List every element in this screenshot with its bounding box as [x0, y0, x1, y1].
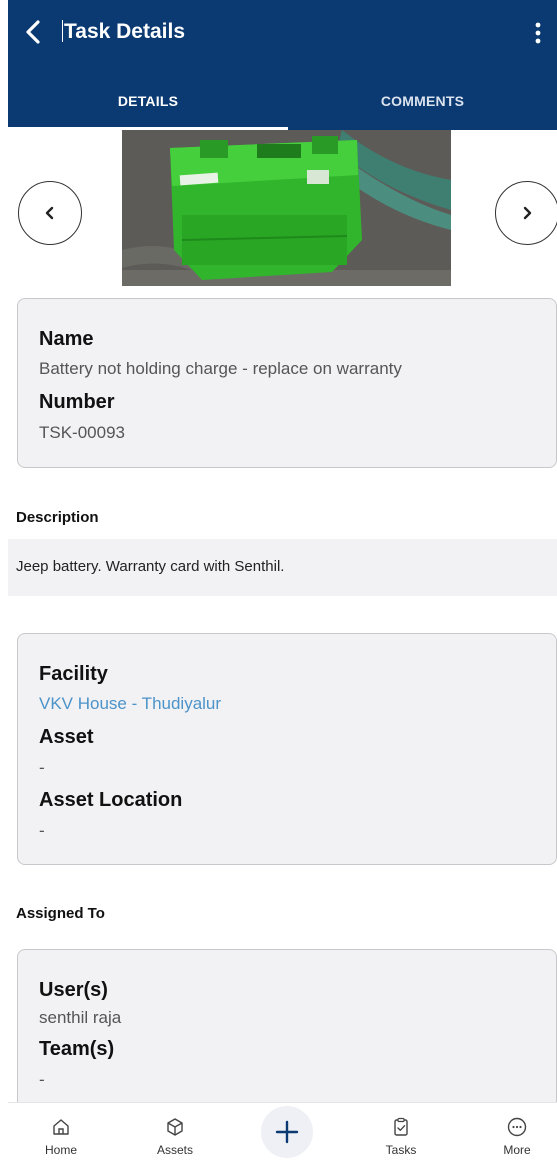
carousel-prev-button[interactable] — [18, 181, 82, 245]
tab-details[interactable]: DETAILS — [8, 82, 288, 130]
nav-tasks[interactable]: Tasks — [366, 1103, 436, 1162]
number-value: TSK-00093 — [39, 423, 125, 442]
bottom-navigation: Home Assets Tasks More — [8, 1102, 557, 1162]
asset-location-label: Asset Location — [39, 789, 183, 811]
description-box: Jeep battery. Warranty card with Senthil… — [8, 539, 557, 596]
location-card: Facility VKV House - Thudiyalur Asset - … — [17, 633, 557, 865]
more-options-button[interactable] — [533, 20, 543, 46]
description-text: Jeep battery. Warranty card with Senthil… — [16, 558, 285, 575]
nav-assets-label: Assets — [156, 1143, 193, 1157]
number-label: Number — [39, 391, 115, 413]
carousel-next-button[interactable] — [495, 181, 557, 245]
assignment-card: User(s) senthil raja Team(s) - — [17, 949, 557, 1109]
nav-tasks-label: Tasks — [385, 1143, 417, 1157]
facility-link[interactable]: VKV House - Thudiyalur — [39, 694, 221, 714]
text-caret — [62, 20, 63, 42]
nav-more-label: More — [503, 1143, 531, 1157]
clipboard-check-icon — [394, 1117, 408, 1136]
page-title: Task Details — [62, 18, 185, 46]
vertical-dots-icon — [535, 22, 541, 44]
app-bar: Task Details DETAILS COMMENTS — [8, 0, 557, 130]
chevron-left-icon — [26, 20, 40, 44]
battery-image — [122, 130, 451, 286]
asset-value: - — [39, 758, 45, 777]
asset-location-value: - — [39, 821, 45, 840]
more-circle-icon — [507, 1117, 527, 1137]
nav-home[interactable]: Home — [26, 1103, 96, 1162]
name-label: Name — [39, 328, 94, 350]
users-value: senthil raja — [39, 1008, 122, 1027]
name-value: Battery not holding charge - replace on … — [39, 359, 402, 378]
add-task-button[interactable] — [261, 1106, 313, 1158]
page-title-text: Task Details — [64, 20, 186, 43]
teams-value: - — [39, 1070, 45, 1089]
back-button[interactable] — [22, 18, 46, 46]
task-photo[interactable] — [122, 130, 451, 286]
facility-label: Facility — [39, 663, 108, 685]
nav-assets[interactable]: Assets — [140, 1103, 210, 1162]
nav-more[interactable]: More — [482, 1103, 552, 1162]
users-label: User(s) — [39, 979, 108, 1001]
chevron-left-icon — [45, 206, 54, 220]
teams-label: Team(s) — [39, 1038, 115, 1060]
asset-label: Asset — [39, 726, 94, 748]
home-icon — [53, 1119, 69, 1135]
tab-comments[interactable]: COMMENTS — [288, 82, 557, 130]
task-summary-card: Name Battery not holding charge - replac… — [17, 298, 557, 468]
plus-icon — [275, 1120, 299, 1144]
chevron-right-icon — [523, 206, 532, 220]
cube-icon — [167, 1118, 183, 1136]
assigned-to-title: Assigned To — [16, 905, 105, 922]
nav-home-label: Home — [44, 1143, 77, 1157]
description-title: Description — [16, 509, 99, 526]
